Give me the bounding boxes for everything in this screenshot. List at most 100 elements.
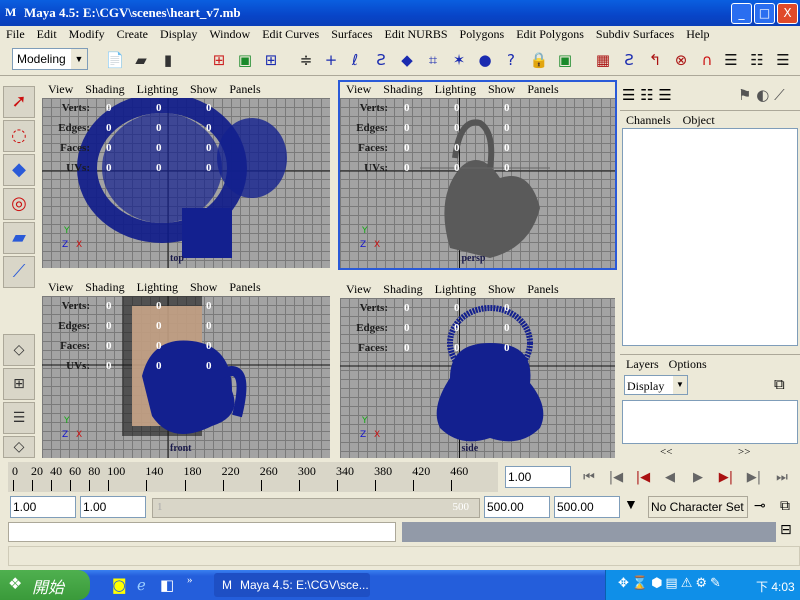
start-button[interactable]: ❖ 開始 xyxy=(0,570,90,600)
range-slider[interactable]: 1 500 xyxy=(152,498,480,518)
auto-key-icon[interactable]: ⊸ xyxy=(754,498,766,514)
time-slider[interactable]: 0 20 40 60 80 100 140 180 220 260 300 340 380 420 460 xyxy=(8,462,498,492)
select-hierarchy-icon[interactable]: ⊞ xyxy=(208,48,230,72)
menu-file[interactable]: File xyxy=(0,26,31,44)
viewport-menu-lighting[interactable]: Lighting xyxy=(429,82,482,98)
play-backwards-icon[interactable]: ◀ xyxy=(658,466,682,490)
quicklaunch-app-icon[interactable]: ◧ xyxy=(160,576,174,594)
menu-help[interactable]: Help xyxy=(680,26,715,44)
select-tool-icon[interactable]: ➚ xyxy=(3,86,35,118)
magnet-icon[interactable]: ∩ xyxy=(696,48,718,72)
menu-edit-curves[interactable]: Edit Curves xyxy=(256,26,325,44)
viewport-menu-lighting[interactable]: Lighting xyxy=(131,82,184,98)
internet-explorer-icon[interactable]: ℯ xyxy=(137,576,146,594)
play-forwards-icon[interactable]: ▶ xyxy=(686,466,710,490)
character-set-field[interactable]: No Character Set xyxy=(648,496,748,518)
step-back-frame-icon[interactable]: |◀ xyxy=(631,466,655,490)
viewport-menu-panels[interactable]: Panels xyxy=(521,282,564,298)
maximize-button[interactable]: □ xyxy=(754,3,775,24)
render-view-icon[interactable]: ▦ xyxy=(592,48,614,72)
display-icons[interactable]: ⚑ ◐ ⟋ xyxy=(738,86,785,104)
quicklaunch-more-icon[interactable]: » xyxy=(187,574,193,586)
tab-object[interactable]: Object xyxy=(683,113,715,127)
open-scene-icon[interactable]: ▰ xyxy=(130,48,152,72)
select-highlight-icon[interactable]: ▣ xyxy=(554,48,576,72)
viewport-menu-show[interactable]: Show xyxy=(184,82,223,98)
menu-modify[interactable]: Modify xyxy=(63,26,111,44)
attribute-editor-icon[interactable]: ☰ xyxy=(720,48,742,72)
end-time-field[interactable]: 500.00 xyxy=(554,496,620,518)
render-icon[interactable]: ● xyxy=(474,48,496,72)
mode-dropdown[interactable]: Modeling ▼ xyxy=(12,48,88,70)
step-forward-key-icon[interactable]: ▶| xyxy=(742,466,766,490)
step-back-key-icon[interactable]: |◀ xyxy=(604,466,628,490)
snap-point-icon[interactable]: Ƨ xyxy=(370,48,392,72)
viewport-menu-panels[interactable]: Panels xyxy=(223,82,266,98)
scroll-right-button[interactable]: >> xyxy=(738,446,750,458)
viewport-menu-shading[interactable]: Shading xyxy=(79,280,130,296)
viewport-menu-shading[interactable]: Shading xyxy=(377,282,428,298)
viewport-front[interactable]: View Shading Lighting Show Panels Verts: 0 0 0 Ed… xyxy=(40,278,332,460)
render-settings-icon[interactable]: ↰ xyxy=(644,48,666,72)
menu-edit-polygons[interactable]: Edit Polygons xyxy=(510,26,590,44)
command-line-input[interactable] xyxy=(8,522,396,542)
viewport-canvas[interactable]: Verts: 0 0 0 Edges: 0 0 0 Faces: 0 0 0 UVs: 0 0 0 Y X Zper… xyxy=(340,98,615,268)
viewport-menu-view[interactable]: View xyxy=(340,282,377,298)
new-layer-icon[interactable]: ⧉ xyxy=(774,375,785,393)
help-icon[interactable]: ? xyxy=(500,48,522,72)
scroll-left-button[interactable]: << xyxy=(660,446,672,458)
menu-display[interactable]: Display xyxy=(154,26,203,44)
viewport-menu-shading[interactable]: Shading xyxy=(79,82,130,98)
channel-box-toggle-icon[interactable]: ☰ xyxy=(772,48,794,72)
snap-view-plane-icon[interactable]: ◆ xyxy=(396,48,418,72)
viewport-menu-view[interactable]: View xyxy=(340,82,377,98)
step-forward-frame-icon[interactable]: ▶| xyxy=(714,466,738,490)
viewport-canvas[interactable]: Verts: 0 0 0 Edges: 0 0 0 Faces: 0 0 0 UVs: 0 0 0 Y X Zfro… xyxy=(42,296,330,458)
lasso-tool-icon[interactable]: ◌ xyxy=(3,120,35,152)
manipulator-tool-icon[interactable]: ⟋ xyxy=(3,256,35,288)
select-component-icon[interactable]: ⊞ xyxy=(260,48,282,72)
viewport-canvas[interactable]: Verts: 0 0 0 Edges: 0 0 0 Faces: 0 0 0 UVs: 0 0 0 Y X Ztop xyxy=(42,98,330,268)
history-icon[interactable]: ✶ xyxy=(448,48,470,72)
tool-settings-icon[interactable]: ☷ xyxy=(746,48,768,72)
viewport-menu-shading[interactable]: Shading xyxy=(377,82,428,98)
start-time-field[interactable]: 1.00 xyxy=(10,496,76,518)
menu-edit-nurbs[interactable]: Edit NURBS xyxy=(379,26,454,44)
layer-display-dropdown[interactable]: Display ▼ xyxy=(624,375,688,395)
tab-options[interactable]: Options xyxy=(669,357,707,371)
channel-box-icon[interactable]: ☰ ☷ ☰ xyxy=(622,86,672,104)
save-scene-icon[interactable]: ▮ xyxy=(157,48,179,72)
character-set-dropdown-icon[interactable]: ▼ xyxy=(624,498,638,514)
four-view-layout-icon[interactable]: ⊞ xyxy=(3,368,35,400)
new-scene-icon[interactable]: 📄 xyxy=(104,48,126,72)
viewport-top[interactable]: View Shading Lighting Show Panels Verts: 0 0 0 Ed… xyxy=(40,80,332,270)
taskbar-maya-button[interactable]: M Maya 4.5: E:\CGV\sce... xyxy=(214,573,370,597)
viewport-menu-show[interactable]: Show xyxy=(482,282,521,298)
persp-graph-layout-icon[interactable]: ◇ xyxy=(3,436,35,458)
viewport-menu-show[interactable]: Show xyxy=(184,280,223,296)
playback-start-field[interactable]: 1.00 xyxy=(80,496,146,518)
menu-edit[interactable]: Edit xyxy=(31,26,63,44)
animation-preferences-icon[interactable]: ⧉ xyxy=(780,498,790,514)
viewport-menu-view[interactable]: View xyxy=(42,280,79,296)
script-editor-icon[interactable]: ⊟ xyxy=(780,522,792,538)
viewport-menu-view[interactable]: View xyxy=(42,82,79,98)
single-perspective-layout-icon[interactable]: ◇ xyxy=(3,334,35,366)
lock-icon[interactable]: 🔒 xyxy=(528,48,550,72)
viewport-menu-lighting[interactable]: Lighting xyxy=(131,280,184,296)
move-tool-icon[interactable]: ◆ xyxy=(3,154,35,186)
tab-layers[interactable]: Layers xyxy=(626,357,659,371)
menu-polygons[interactable]: Polygons xyxy=(454,26,511,44)
viewport-menu-show[interactable]: Show xyxy=(482,82,521,98)
scale-tool-icon[interactable]: ▰ xyxy=(3,222,35,254)
quicklaunch-clock-icon[interactable]: ◙ xyxy=(112,576,127,594)
snap-curve-icon[interactable]: ℓ xyxy=(344,48,366,72)
tab-channels[interactable]: Channels xyxy=(626,113,671,127)
current-time-field[interactable]: 1.00 xyxy=(505,466,571,488)
close-button[interactable]: X xyxy=(777,3,798,24)
make-live-icon[interactable]: ⌗ xyxy=(422,48,444,72)
outliner-layout-icon[interactable]: ☰ xyxy=(3,402,35,434)
go-to-end-icon[interactable]: ⏭ xyxy=(770,466,794,490)
menu-create[interactable]: Create xyxy=(111,26,154,44)
playback-end-field[interactable]: 500.00 xyxy=(484,496,550,518)
